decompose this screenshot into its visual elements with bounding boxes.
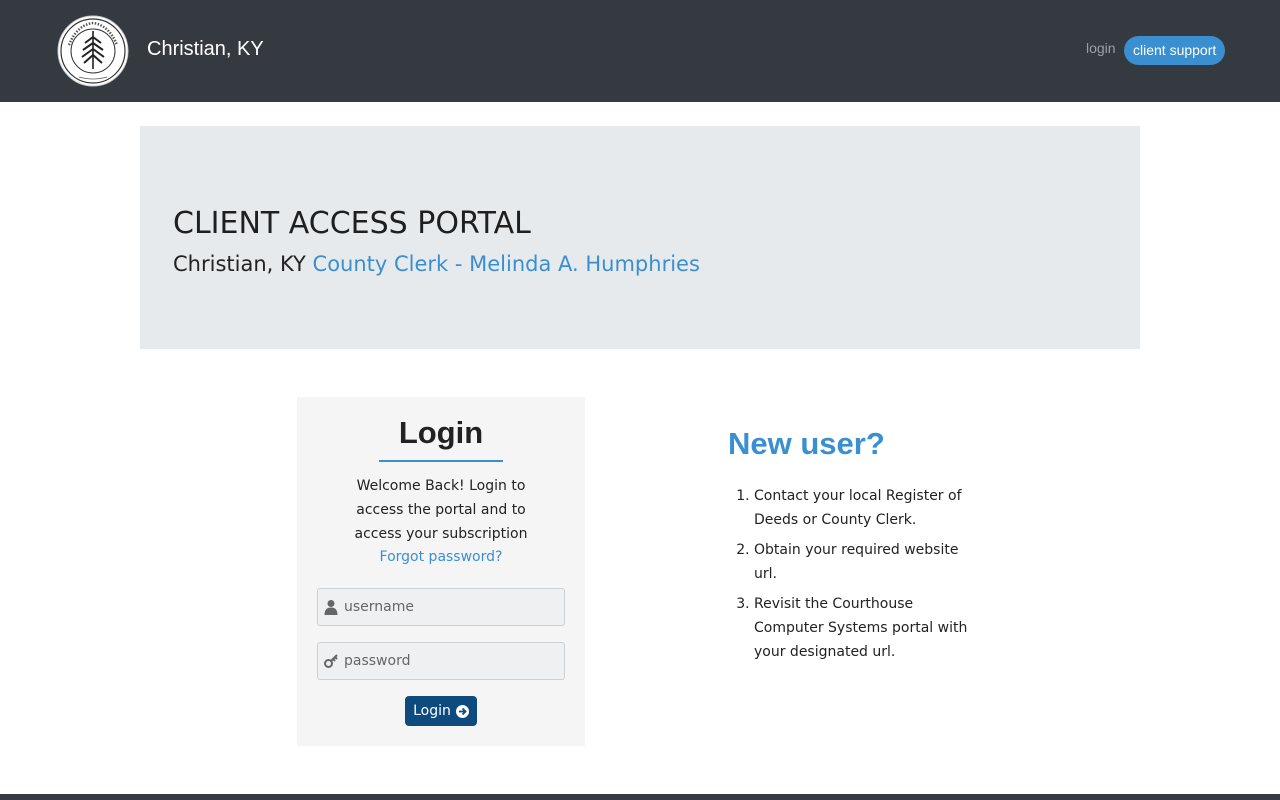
footer-bar xyxy=(0,794,1280,800)
password-field[interactable] xyxy=(317,642,565,680)
login-card: Login Welcome Back! Login to access the … xyxy=(297,397,585,746)
login-heading: Login xyxy=(398,415,484,450)
new-user-steps: Contact your local Register of Deeds or … xyxy=(754,484,984,670)
county-seal-logo[interactable] xyxy=(57,15,129,87)
nav-login-link[interactable]: login xyxy=(1086,40,1116,56)
county-clerk-link[interactable]: County Clerk - Melinda A. Humphries xyxy=(313,252,700,276)
user-icon xyxy=(324,600,338,615)
forgot-password-link[interactable]: Forgot password? xyxy=(297,549,585,565)
login-button[interactable]: Login xyxy=(405,696,477,726)
heading-underline xyxy=(379,460,503,462)
key-icon xyxy=(324,654,338,668)
list-item: Revisit the Courthouse Computer Systems … xyxy=(754,592,984,664)
list-item: Contact your local Register of Deeds or … xyxy=(754,484,984,532)
hero-subtitle: Christian, KY County Clerk - Melinda A. … xyxy=(173,252,700,276)
list-item: Obtain your required website url. xyxy=(754,538,984,586)
login-welcome-text: Welcome Back! Login to access the portal… xyxy=(354,478,528,542)
login-button-label: Login xyxy=(413,703,451,719)
site-brand[interactable]: Christian, KY xyxy=(147,38,264,61)
top-navbar: Christian, KY login client support xyxy=(0,0,1280,102)
username-field[interactable] xyxy=(317,588,565,626)
page-title: CLIENT ACCESS PORTAL xyxy=(173,206,531,241)
arrow-circle-right-icon xyxy=(455,704,469,718)
portal-hero: CLIENT ACCESS PORTAL Christian, KY Count… xyxy=(140,126,1140,349)
username-input[interactable] xyxy=(344,589,560,625)
client-support-button[interactable]: client support xyxy=(1124,36,1226,65)
new-user-heading: New user? xyxy=(728,426,885,461)
hero-location: Christian, KY xyxy=(173,252,306,276)
password-input[interactable] xyxy=(344,643,560,679)
